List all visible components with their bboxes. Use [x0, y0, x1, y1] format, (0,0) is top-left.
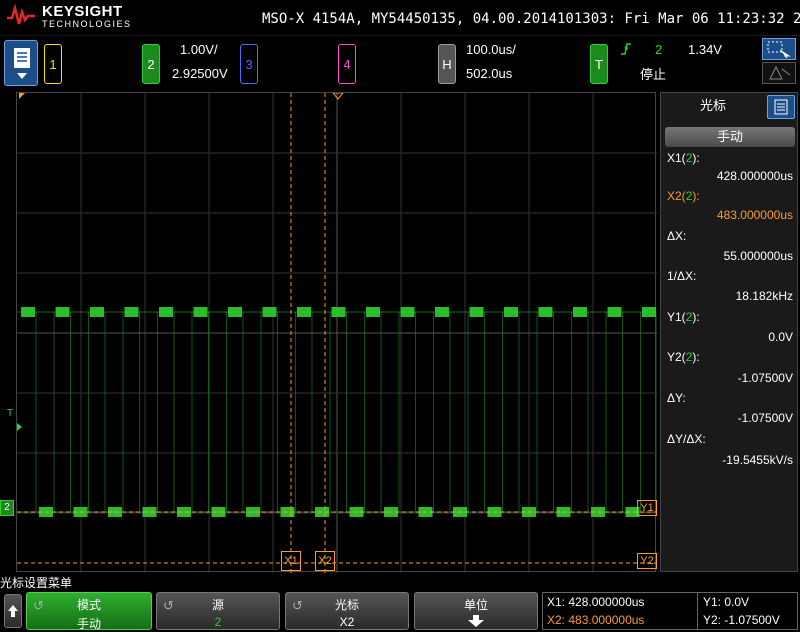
channel-4-button[interactable]: 4 — [338, 44, 356, 84]
x1-label: X1(2): — [667, 151, 700, 165]
trigger-level: 1.34V — [688, 42, 722, 57]
dx-value: 55.000000us — [723, 249, 793, 263]
y2-label: Y2(2): — [667, 350, 700, 364]
up-arrow-icon — [8, 605, 18, 617]
rotate-knob-icon: ↺ — [33, 598, 44, 613]
brand-sub: TECHNOLOGIES — [42, 19, 132, 29]
cursor-x2-marker[interactable]: X2 — [315, 551, 335, 571]
cursor-x1-marker[interactable]: X1 — [281, 551, 301, 571]
down-arrow-icon — [468, 615, 484, 627]
inv-dx-value: 18.182kHz — [735, 289, 793, 303]
x1-value: 428.000000us — [716, 169, 793, 183]
softkey-cursor-value: X2 — [339, 615, 355, 629]
trigger-edge-icon — [621, 43, 631, 55]
cursor-mode-button[interactable]: 手动 — [665, 127, 795, 147]
channel-3-button[interactable]: 3 — [240, 44, 258, 84]
triangle-draw-icon — [769, 65, 791, 80]
readout-x2: X2: 483.000000us — [547, 613, 645, 627]
readout-x1: X1: 428.000000us — [547, 595, 645, 609]
readout-y2: Y2: -1.07500V — [703, 613, 780, 627]
cursor-panel: 光标 手动 X1(2): 428.000000us X2(2): 483.000… — [660, 92, 798, 572]
touch-draw-button[interactable] — [762, 62, 796, 84]
cursor-y2-marker[interactable]: Y2 — [637, 553, 657, 569]
channel-1-button[interactable]: 1 — [44, 44, 62, 84]
inv-dx-label: 1/ΔX: — [667, 269, 697, 283]
main-menu-button[interactable] — [4, 40, 38, 86]
waveform-display[interactable] — [16, 92, 676, 573]
rotate-knob-icon: ↺ — [292, 598, 303, 613]
zoom-select-button[interactable] — [762, 38, 796, 60]
channel-2-ground-marker[interactable]: 2 — [0, 500, 14, 516]
channel-2-scale: 1.00V/ — [180, 42, 218, 57]
channel-2-offset: 2.92500V — [172, 66, 228, 81]
softkey-source[interactable]: ↺ 源 2 — [156, 592, 280, 630]
control-bar — [0, 36, 800, 90]
cursor-panel-title: 光标 — [661, 93, 765, 121]
horizontal-delay: 502.0us — [466, 66, 513, 81]
readout-y1: Y1: 0.0V — [703, 595, 750, 609]
dy-label: ΔY: — [667, 391, 686, 405]
softkey-mode-value: 手动 — [76, 617, 101, 631]
readout-divider — [697, 593, 698, 629]
rotate-knob-icon: ↺ — [163, 598, 174, 613]
softkey-units[interactable]: 单位 — [414, 592, 538, 630]
select-box-icon — [767, 41, 791, 59]
list-icon — [774, 99, 788, 115]
top-bar: KEYSIGHT TECHNOLOGIES MSO-X 4154A, MY544… — [0, 0, 800, 36]
back-button[interactable] — [4, 594, 22, 628]
x2-label: X2(2): — [667, 189, 700, 203]
softkey-cursor-label: 光标 — [334, 598, 359, 612]
dx-label: ΔX: — [667, 229, 687, 243]
cursor-y1-marker[interactable]: Y1 — [637, 500, 657, 516]
panel-list-button[interactable] — [767, 95, 795, 119]
softkey-source-value: 2 — [214, 615, 222, 629]
trigger-position-marker — [331, 92, 345, 100]
dydx-label: ΔY/ΔX: — [667, 432, 706, 446]
brand-name: KEYSIGHT — [42, 3, 123, 20]
softkey-source-label: 源 — [211, 598, 224, 612]
channel-2-button[interactable]: 2 — [142, 44, 160, 84]
trigger-level-marker: T — [7, 408, 14, 419]
instrument-info: MSO-X 4154A, MY54450135, 04.00.201410130… — [262, 11, 800, 27]
dydx-value: -19.5455kV/s — [722, 453, 793, 467]
trigger-source: 2 — [655, 42, 663, 57]
run-status: 停止 — [640, 67, 667, 82]
horizontal-button[interactable]: H — [438, 44, 456, 84]
time-reference-marker — [19, 93, 25, 99]
softkey-mode[interactable]: ↺ 模式 手动 — [26, 592, 152, 631]
menu-icon — [14, 48, 30, 79]
softkey-mode-label: 模式 — [76, 598, 101, 612]
waveform-graticule — [17, 92, 676, 573]
softkey-cursor[interactable]: ↺ 光标 X2 — [285, 592, 409, 630]
dy-value: -1.07500V — [737, 411, 793, 425]
trigger-level-arrow — [17, 423, 22, 431]
softkey-units-label: 单位 — [463, 598, 488, 612]
keysight-logo-icon — [7, 4, 35, 25]
y2-value: -1.07500V — [737, 371, 793, 385]
horizontal-scale: 100.0us/ — [466, 42, 516, 57]
y1-label: Y1(2): — [667, 310, 700, 324]
cursor-readout: X1: 428.000000us X2: 483.000000us Y1: 0.… — [542, 592, 798, 630]
menu-title: 光标设置菜单 — [0, 576, 73, 590]
trigger-button[interactable]: T — [590, 44, 608, 84]
x2-value: 483.000000us — [716, 208, 793, 222]
y1-value: 0.0V — [768, 330, 793, 344]
